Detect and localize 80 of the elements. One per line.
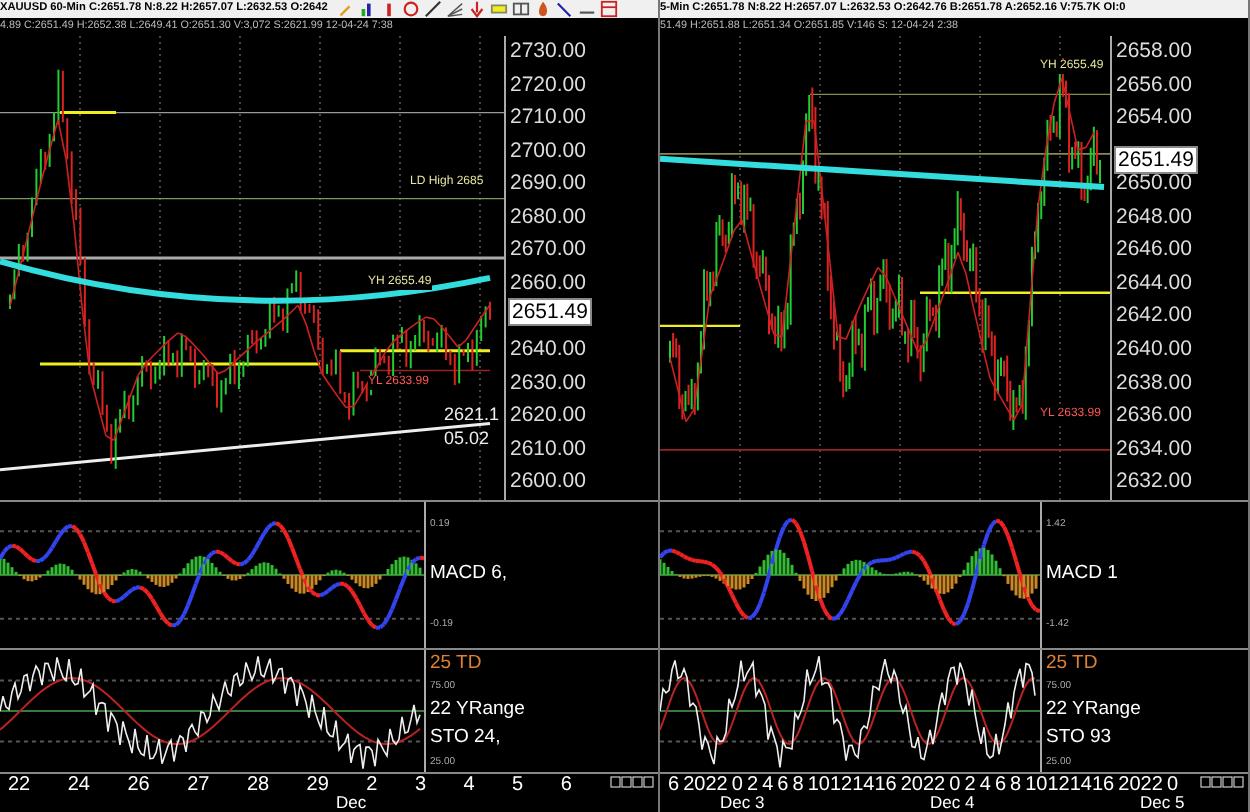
price-axis-label: 2658.00 [1114,39,1192,66]
table-icon[interactable] [599,0,618,18]
price-axis-label: 2680.00 [508,204,586,231]
price-axis-label: 2650.00 [1114,171,1192,198]
date-axis-label: 5 [512,773,524,796]
date-axis-label: 0 [1166,773,1178,796]
price-level-label: 2621.1 [444,403,500,424]
date-axis-label: 8 [1010,773,1022,796]
date-axis-label: 0 [731,773,743,796]
trend-line-icon[interactable] [423,0,442,18]
scroll-buttons-icon[interactable] [610,775,654,788]
date-axis-label: 10121416 [807,773,897,796]
macd-label: MACD 1 [1046,564,1120,585]
price-axis-label: 2642.00 [1114,303,1192,330]
price-axis-label: 2644.00 [1114,270,1192,297]
date-axis-label: 2 [746,773,759,796]
grid-icon[interactable] [511,0,530,18]
date-axis-label: 29 [306,773,329,796]
price-axis-label: 2636.00 [1114,403,1192,430]
date-axis-label: 10121416 [1025,773,1115,796]
down-arrow-icon[interactable] [467,0,486,18]
date-axis-label: 3 [414,773,427,796]
price-axis-label: 2654.00 [1114,105,1192,132]
date-axis-label: 26 [127,773,150,796]
date-axis-label: 28 [246,773,270,796]
price-axis-label: 2656.00 [1114,72,1192,99]
price-axis-label: 2640.00 [508,337,586,364]
date-axis-label: 6 [668,773,680,796]
date-axis-label: 0 [949,773,961,796]
date-axis-label: 6 [560,773,572,796]
date-axis-label: 2022 [683,773,728,796]
price-axis-label: 2610.00 [508,436,586,463]
date-axis-label: 27 [187,773,210,796]
price-axis-label: 2634.00 [1114,436,1192,463]
date-axis-label: 4 [463,773,475,796]
price-axis-label: 2632.00 [1114,469,1192,496]
scroll-buttons-icon[interactable] [1200,775,1244,788]
price-axis-label: 2640.00 [1114,337,1192,364]
sto-label: STO 24, [430,727,503,748]
ray-icon[interactable] [555,0,574,18]
price-axis-label: 2660.00 [508,270,586,297]
date-axis-label: 22 [8,773,31,796]
price-axis-label: 2638.00 [1114,370,1192,397]
month-axis-label: Dec 3 [720,793,765,812]
price-axis-label: 2620.00 [508,403,586,430]
price-axis-label: 2700.00 [508,138,586,165]
indicator-label: 22 YRange [1046,700,1143,721]
month-axis-label: Dec 4 [930,793,975,812]
price-axis-label: 2646.00 [1114,237,1192,264]
date-axis-label: 24 [67,773,90,796]
date-axis-label: 6 [777,773,789,796]
price-axis-label: 2730.00 [508,39,586,66]
sto-label: STO 93 [1046,727,1114,748]
price-axis-label: 2720.00 [508,72,586,99]
price-level-label: 05.02 [444,427,490,448]
fan-lines-icon[interactable] [445,0,464,18]
price-axis-label: 2690.00 [508,171,586,198]
price-axis-label: 2710.00 [508,105,586,132]
indicator-label: 25 TD [430,653,484,674]
date-axis-label: 6 [994,773,1006,796]
price-axis-label: 2630.00 [508,370,586,397]
date-axis-label: 8 [792,773,804,796]
indicator-label: 22 YRange [430,700,527,721]
date-axis-label: 4 [762,773,774,796]
date-axis-label: 2 [366,773,378,796]
date-axis-label: 2022 [900,773,946,796]
date-axis-label: 2022 [1118,773,1163,796]
bar-chart-icon[interactable] [357,0,376,18]
month-axis-label: Dec [336,793,367,812]
macd-label: MACD 6, [430,564,510,585]
last-price-tag: 2651.49 [508,298,592,327]
price-axis-label: 2600.00 [508,469,586,496]
rectangle-icon[interactable] [489,0,508,18]
date-axis-label: 4 [979,773,991,796]
price-axis-label: 2648.00 [1114,204,1192,231]
date-axis-label: 2 [964,773,976,796]
last-price-tag: 2651.49 [1114,146,1198,175]
indicator-label: 25 TD [1046,653,1100,674]
month-axis-label: Dec 5 [1140,793,1185,812]
price-axis-label: 2670.00 [508,237,586,264]
